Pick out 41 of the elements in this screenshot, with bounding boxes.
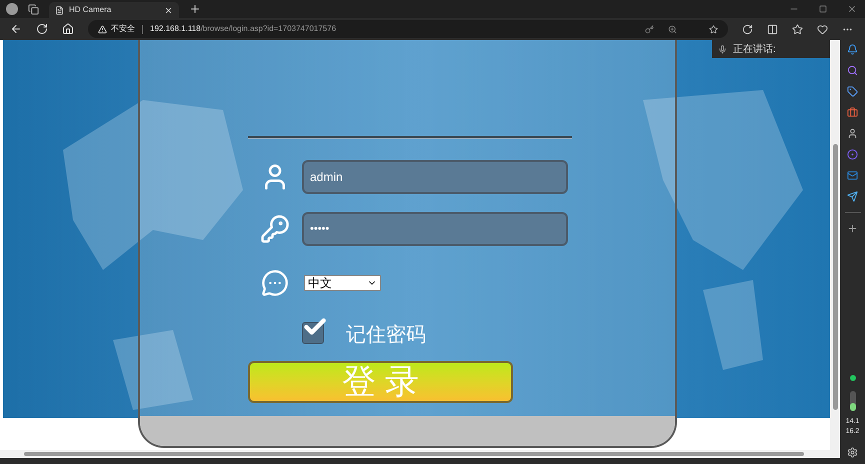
workspaces-icon[interactable] bbox=[28, 4, 39, 14]
username-field[interactable]: admin bbox=[302, 160, 568, 194]
address-field[interactable]: 不安全 192.168.1.118/browse/login.asp?id=1703747017576 bbox=[88, 20, 728, 38]
url-text: 192.168.1.118/browse/login.asp?id=1703747017576 bbox=[150, 23, 336, 35]
security-label: 不安全 bbox=[111, 23, 135, 35]
profile-avatar[interactable] bbox=[6, 3, 18, 15]
reload-icon[interactable] bbox=[36, 23, 48, 35]
favorite-icon[interactable] bbox=[709, 24, 718, 34]
briefcase-icon[interactable] bbox=[847, 107, 858, 118]
page-icon bbox=[55, 6, 64, 14]
settings-icon[interactable] bbox=[847, 447, 858, 458]
search-icon[interactable] bbox=[847, 65, 858, 76]
tag-icon[interactable] bbox=[847, 86, 858, 97]
person-icon[interactable] bbox=[847, 128, 858, 139]
close-icon[interactable] bbox=[164, 6, 173, 14]
bell-icon[interactable] bbox=[847, 44, 858, 55]
remember-label: 记住密码 bbox=[346, 323, 426, 348]
maximize-icon[interactable] bbox=[819, 5, 827, 13]
horizontal-scrollbar[interactable] bbox=[0, 450, 840, 458]
mail-icon[interactable] bbox=[847, 170, 858, 181]
send-icon[interactable] bbox=[847, 191, 858, 202]
microphone-icon bbox=[718, 44, 727, 54]
browser-tab[interactable]: HD Camera bbox=[49, 2, 179, 18]
circle-icon[interactable] bbox=[847, 149, 858, 160]
favorites-icon[interactable] bbox=[792, 24, 803, 34]
tab-title: HD Camera bbox=[69, 4, 112, 16]
close-icon[interactable] bbox=[847, 4, 857, 14]
heart-icon[interactable] bbox=[817, 24, 828, 34]
back-icon[interactable] bbox=[10, 23, 22, 35]
password-field[interactable]: ••••• bbox=[302, 212, 568, 246]
warning-icon bbox=[98, 24, 107, 34]
add-icon[interactable] bbox=[847, 223, 858, 234]
split-screen-icon[interactable] bbox=[767, 24, 778, 34]
language-select[interactable]: 中文 bbox=[304, 275, 381, 291]
zoom-icon[interactable] bbox=[668, 24, 677, 34]
home-icon[interactable] bbox=[62, 23, 74, 35]
voice-status-label: 正在讲话: bbox=[733, 42, 776, 56]
vertical-scrollbar[interactable] bbox=[830, 40, 840, 450]
new-tab-icon[interactable] bbox=[189, 3, 201, 15]
key-icon[interactable] bbox=[645, 24, 654, 34]
gauge-icon bbox=[850, 391, 856, 411]
